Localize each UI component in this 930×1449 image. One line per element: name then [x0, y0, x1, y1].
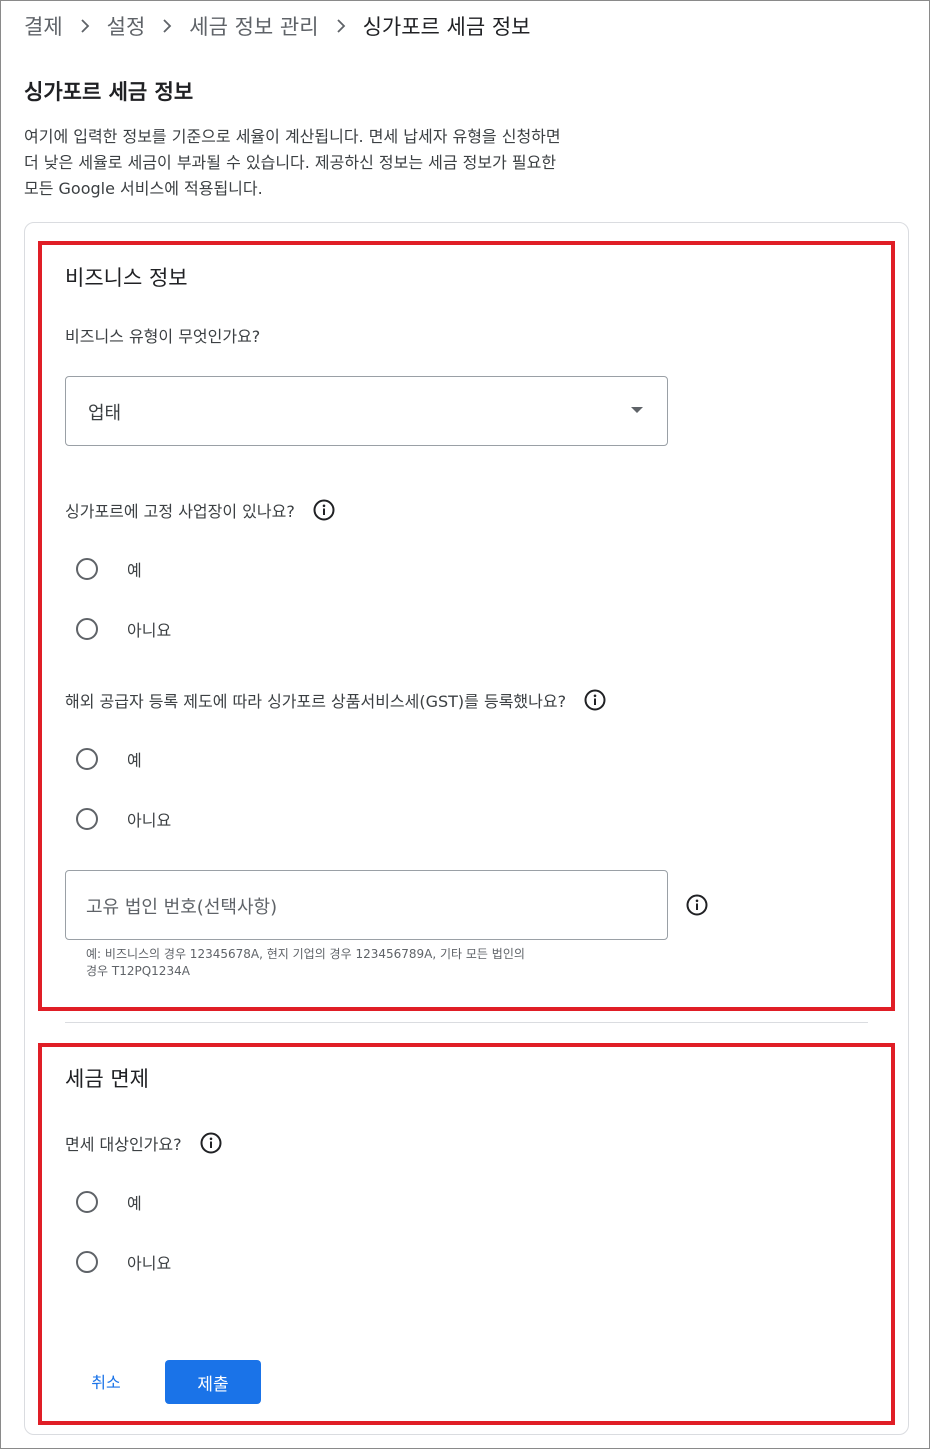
chevron-right-icon	[63, 19, 107, 33]
intro-line: 여기에 입력한 정보를 기준으로 세율이 계산됩니다. 면세 납세자 유형을 신…	[24, 127, 561, 146]
intro-line: 모든 Google 서비스에 적용됩니다.	[24, 179, 263, 198]
breadcrumb-current: 싱가포르 세금 정보	[362, 15, 531, 39]
breadcrumb-settings[interactable]: 설정	[107, 11, 146, 41]
highlight-box-tax-exemption	[38, 1043, 895, 1425]
intro-line: 더 낮은 세율로 세금이 부과될 수 있습니다. 제공하신 정보는 세금 정보가…	[24, 153, 557, 172]
page-title: 싱가포르 세금 정보	[24, 80, 194, 104]
chevron-right-icon	[319, 19, 363, 33]
highlight-box-business-info	[38, 241, 895, 1011]
breadcrumb-billing[interactable]: 결제	[24, 11, 63, 41]
section-divider	[65, 1022, 868, 1023]
breadcrumb-tax-info[interactable]: 세금 정보 관리	[189, 11, 318, 41]
intro-text: 여기에 입력한 정보를 기준으로 세율이 계산됩니다. 면세 납세자 유형을 신…	[24, 124, 684, 202]
chevron-right-icon	[145, 19, 189, 33]
breadcrumb: 결제 설정 세금 정보 관리 싱가포르 세금 정보	[24, 8, 530, 44]
